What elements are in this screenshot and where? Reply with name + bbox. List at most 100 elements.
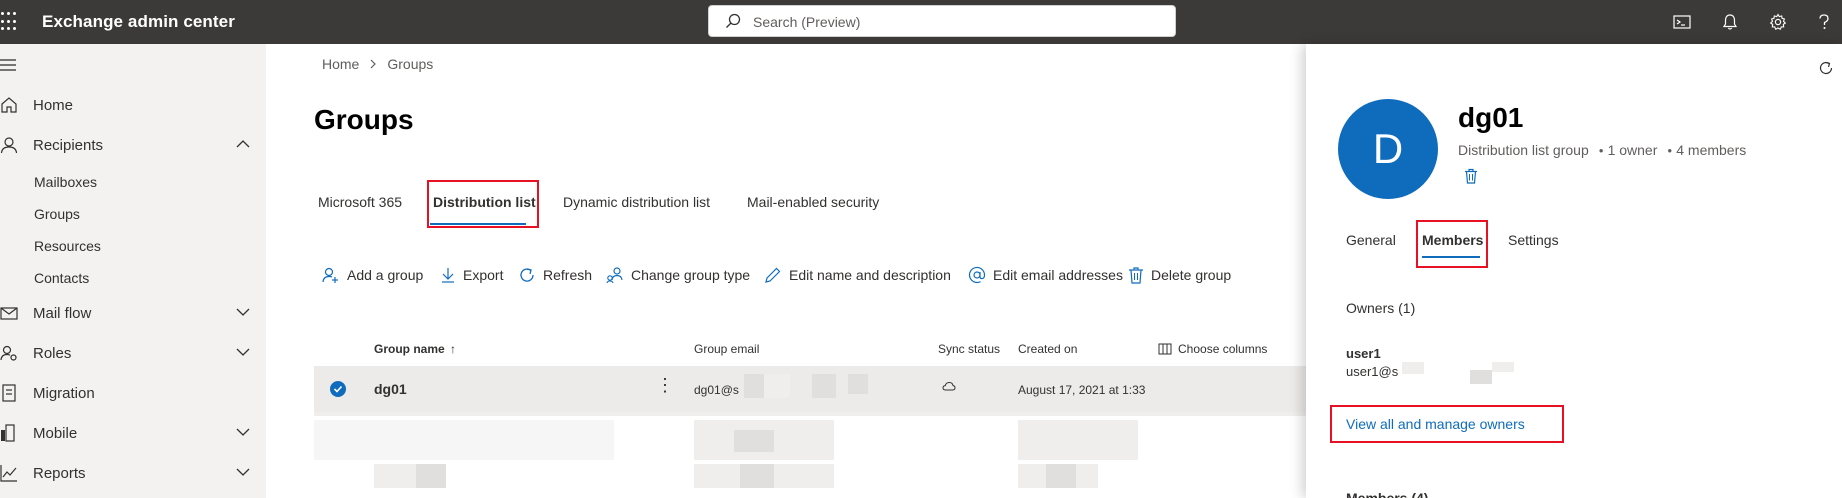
help-icon[interactable] [1812, 10, 1836, 34]
row-checkbox[interactable] [330, 381, 346, 397]
owners-count: 1 owner [1599, 142, 1658, 158]
nav-item-label: Home [33, 97, 74, 114]
chevron-down-icon[interactable] [236, 347, 250, 357]
gear-icon[interactable] [1766, 10, 1790, 34]
redacted-block [1470, 370, 1492, 384]
breadcrumb-home[interactable]: Home [322, 56, 359, 72]
download-icon [442, 268, 454, 283]
main-content: Home Groups Groups Microsoft 365 Distrib… [266, 44, 1314, 498]
tab-general[interactable]: General [1346, 232, 1396, 248]
refresh-icon [520, 268, 534, 282]
choose-columns-button[interactable]: Choose columns [1158, 342, 1267, 356]
checkmark-icon [333, 385, 343, 393]
redacted-block [764, 374, 790, 398]
tab-mail-enabled-security[interactable]: Mail-enabled security [747, 194, 879, 210]
panel-group-name: dg01 [1458, 102, 1524, 133]
tab-microsoft-365[interactable]: Microsoft 365 [318, 194, 402, 210]
roles-icon [0, 345, 17, 361]
cloud-icon [942, 380, 956, 394]
change-group-type-label: Change group type [631, 267, 751, 283]
chevron-up-icon[interactable] [236, 139, 250, 149]
app-title[interactable]: Exchange admin center [42, 12, 235, 32]
add-person-icon [322, 267, 338, 283]
breadcrumb: Home Groups [322, 56, 433, 72]
column-header-created-on[interactable]: Created on [1018, 342, 1077, 356]
waffle-icon[interactable] [0, 12, 20, 32]
nav-sub-mailboxes[interactable]: Mailboxes [34, 174, 97, 190]
owners-section-title: Owners (1) [1346, 300, 1416, 316]
page-title: Groups [314, 104, 414, 135]
bell-icon[interactable] [1718, 10, 1742, 34]
redacted-block [734, 430, 774, 452]
edit-email-addresses-button[interactable]: Edit email addresses [968, 266, 1123, 284]
terminal-icon[interactable] [1670, 10, 1694, 34]
migration-icon [2, 384, 16, 402]
chevron-right-icon [370, 59, 377, 69]
left-navigation: Home Recipients Mailboxes Groups Resourc… [0, 44, 266, 498]
refresh-button[interactable]: Refresh [518, 266, 592, 284]
nav-item-label: Mobile [33, 425, 78, 442]
nav-item-migration[interactable]: Migration [0, 378, 266, 408]
pencil-icon [765, 267, 781, 283]
redacted-block [1046, 464, 1076, 488]
mail-icon [0, 307, 18, 320]
reports-icon [0, 465, 17, 482]
column-header-label: Group name [374, 342, 445, 356]
chevron-down-icon[interactable] [236, 307, 250, 317]
export-label: Export [463, 267, 504, 283]
nav-item-reports[interactable]: Reports [0, 458, 266, 488]
redacted-block [848, 374, 868, 394]
more-options-icon[interactable]: ⋮ [656, 376, 674, 394]
group-name-cell[interactable]: dg01 [374, 381, 407, 397]
search-input[interactable] [753, 12, 1153, 32]
columns-icon [1158, 343, 1172, 355]
refresh-panel-icon[interactable] [1818, 60, 1834, 79]
breadcrumb-groups: Groups [387, 56, 434, 72]
owner-name: user1 [1346, 346, 1381, 361]
group-email-cell: dg01@s [694, 383, 739, 397]
trash-icon [1129, 267, 1143, 284]
members-section-title: Members (4) [1346, 490, 1429, 498]
chevron-down-icon[interactable] [236, 427, 250, 437]
change-group-type-button[interactable]: Change group type [606, 266, 750, 284]
chevron-down-icon[interactable] [236, 467, 250, 477]
nav-sub-resources[interactable]: Resources [34, 238, 101, 254]
nav-item-home[interactable]: Home [0, 90, 266, 120]
nav-item-recipients[interactable]: Recipients [0, 130, 266, 160]
redacted-block [314, 412, 1314, 416]
sort-ascending-icon: ↑ [450, 342, 457, 356]
tab-settings[interactable]: Settings [1508, 232, 1559, 248]
delete-group-button[interactable]: Delete group [1128, 266, 1231, 284]
redacted-block [1018, 420, 1138, 460]
trash-icon[interactable] [1464, 168, 1478, 187]
column-header-sync-status[interactable]: Sync status [938, 342, 1000, 356]
person-icon [0, 137, 18, 154]
choose-columns-label: Choose columns [1178, 342, 1268, 356]
highlight-box [427, 180, 539, 228]
nav-item-label: Mail flow [33, 305, 92, 322]
search-box[interactable] [708, 5, 1176, 37]
redacted-block [416, 464, 446, 488]
nav-item-mail-flow[interactable]: Mail flow [0, 298, 266, 328]
tab-dynamic-distribution-list[interactable]: Dynamic distribution list [563, 194, 710, 210]
delete-group-label: Delete group [1151, 267, 1232, 283]
group-type: Distribution list group [1458, 142, 1589, 158]
nav-item-mobile[interactable]: Mobile [0, 418, 266, 448]
redacted-block [1492, 362, 1514, 372]
edit-name-description-button[interactable]: Edit name and description [764, 266, 951, 284]
nav-sub-contacts[interactable]: Contacts [34, 270, 89, 286]
nav-sub-groups[interactable]: Groups [34, 206, 80, 222]
column-header-group-email[interactable]: Group email [694, 342, 759, 356]
nav-item-roles[interactable]: Roles [0, 338, 266, 368]
export-button[interactable]: Export [440, 266, 503, 284]
highlight-box [1416, 220, 1488, 268]
mobile-icon [1, 424, 15, 442]
redacted-block [812, 374, 836, 398]
column-header-group-name[interactable]: Group name ↑ [374, 342, 456, 356]
hamburger-menu-icon[interactable] [0, 58, 18, 75]
nav-item-label: Recipients [33, 137, 104, 154]
at-sign-icon [968, 266, 986, 284]
nav-item-label: Migration [33, 385, 95, 402]
add-group-button[interactable]: Add a group [322, 266, 423, 284]
home-icon [1, 97, 17, 113]
